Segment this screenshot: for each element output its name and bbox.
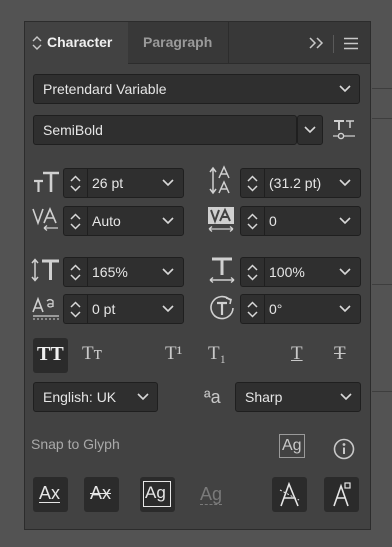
kerning-icon xyxy=(32,206,58,231)
chevron-down-icon[interactable] xyxy=(162,217,174,225)
tracking-icon xyxy=(208,207,234,232)
panel-tab-bar: Character Paragraph xyxy=(25,22,370,64)
updown-icon xyxy=(32,36,42,50)
font-style-value: SemiBold xyxy=(43,122,103,138)
tracking-spinner[interactable]: 0 xyxy=(240,206,361,236)
chevron-down-icon xyxy=(304,126,316,134)
underline-button[interactable]: T xyxy=(291,343,303,365)
variable-font-settings-icon[interactable] xyxy=(332,118,356,142)
chevron-down-icon[interactable] xyxy=(162,179,174,187)
background-panel xyxy=(372,0,392,547)
horizontal-scale-spinner[interactable]: 100% xyxy=(240,257,361,287)
font-size-stepper[interactable] xyxy=(63,168,87,198)
rotation-stepper[interactable] xyxy=(240,294,264,324)
font-style-field[interactable]: SemiBold xyxy=(33,115,297,145)
tab-paragraph[interactable]: Paragraph xyxy=(129,22,229,64)
antialiasing-value: Sharp xyxy=(245,389,283,405)
all-caps-glyph: TT xyxy=(37,343,64,365)
chevron-down-icon[interactable] xyxy=(162,268,174,276)
font-family-dropdown[interactable]: Pretendard Variable xyxy=(33,74,360,104)
snap-anchor-point-button[interactable] xyxy=(324,477,359,512)
baseline-shift-icon xyxy=(32,296,59,320)
snap-glyph-bounds-glyph: Ag xyxy=(143,481,171,507)
snap-glyph-bounds-button[interactable]: Ag xyxy=(140,477,175,512)
snap-proximity-guides-button[interactable]: Ag xyxy=(200,484,223,505)
kerning-stepper[interactable] xyxy=(63,206,87,236)
stepper-arrows-icon[interactable] xyxy=(246,212,259,231)
anchor-point-icon xyxy=(333,482,351,507)
baseline-shift-stepper[interactable] xyxy=(63,294,87,324)
snap-baseline-button[interactable]: Ax xyxy=(33,477,68,512)
font-size-value[interactable]: 26 pt xyxy=(92,169,123,197)
chevron-down-icon[interactable] xyxy=(339,305,351,313)
stepper-arrows-icon[interactable] xyxy=(69,300,82,319)
tab-paragraph-label: Paragraph xyxy=(143,34,213,50)
stepper-arrows-icon[interactable] xyxy=(69,174,82,193)
character-panel: Character Paragraph Pretendard Variable … xyxy=(24,21,371,530)
font-style-dropdown-button[interactable] xyxy=(297,115,323,145)
vertical-scale-icon xyxy=(31,258,59,282)
chevron-down-icon[interactable] xyxy=(339,179,351,187)
tracking-stepper[interactable] xyxy=(240,206,264,236)
stepper-arrows-icon[interactable] xyxy=(246,174,259,193)
tab-character[interactable]: Character xyxy=(25,22,128,64)
tracking-value[interactable]: 0 xyxy=(269,207,277,235)
kerning-spinner[interactable]: Auto xyxy=(63,206,184,236)
background-divider xyxy=(372,284,392,285)
angular-guides-icon xyxy=(279,482,300,507)
vertical-scale-spinner[interactable]: 165% xyxy=(63,257,184,287)
kerning-value[interactable]: Auto xyxy=(92,207,121,235)
chevron-down-icon xyxy=(137,393,149,401)
snap-to-glyph-title: Snap to Glyph xyxy=(31,436,120,452)
chevron-down-icon xyxy=(339,85,351,93)
horizontal-scale-value[interactable]: 100% xyxy=(269,258,305,286)
font-family-value: Pretendard Variable xyxy=(43,81,167,97)
glyph-bounds-icon[interactable]: Ag xyxy=(279,434,305,458)
chevron-down-icon[interactable] xyxy=(339,217,351,225)
leading-stepper[interactable] xyxy=(240,168,264,198)
horizontal-scale-icon xyxy=(209,257,235,284)
panel-menu-icon[interactable] xyxy=(343,37,359,50)
chevron-down-icon[interactable] xyxy=(339,268,351,276)
character-rotation-icon xyxy=(210,295,234,320)
snap-x-height-glyph: Ax xyxy=(90,483,112,503)
stepper-arrows-icon[interactable] xyxy=(69,212,82,231)
rotation-spinner[interactable]: 0° xyxy=(240,294,361,324)
vertical-scale-value[interactable]: 165% xyxy=(92,258,128,286)
language-dropdown[interactable]: English: UK xyxy=(33,382,158,412)
rotation-value[interactable]: 0° xyxy=(269,295,282,323)
stepper-arrows-icon[interactable] xyxy=(246,263,259,282)
background-divider xyxy=(372,118,392,119)
all-caps-button[interactable]: TT xyxy=(33,338,68,373)
tab-character-label: Character xyxy=(47,34,113,50)
language-value: English: UK xyxy=(43,389,117,405)
stepper-arrows-icon[interactable] xyxy=(69,263,82,282)
baseline-shift-value[interactable]: 0 pt xyxy=(92,295,115,323)
antialiasing-icon: ªa xyxy=(204,387,221,407)
superscript-button[interactable]: T¹ xyxy=(165,343,182,365)
leading-spinner[interactable]: (31.2 pt) xyxy=(240,168,361,198)
tab-separator xyxy=(333,35,334,53)
snap-x-height-button[interactable]: Ax xyxy=(84,477,119,512)
font-size-spinner[interactable]: 26 pt xyxy=(63,168,184,198)
leading-value[interactable]: (31.2 pt) xyxy=(269,169,321,197)
subscript-button[interactable]: T₁ xyxy=(208,343,226,365)
strikethrough-button[interactable]: T xyxy=(334,343,346,365)
snap-angular-guides-button[interactable] xyxy=(272,477,307,512)
stepper-arrows-icon[interactable] xyxy=(246,300,259,319)
leading-icon xyxy=(209,165,230,195)
background-divider xyxy=(372,88,392,89)
snap-baseline-glyph: Ax xyxy=(39,483,61,503)
background-divider xyxy=(372,391,392,392)
chevron-down-icon xyxy=(340,393,352,401)
collapse-panel-icon[interactable] xyxy=(308,36,324,50)
vertical-scale-stepper[interactable] xyxy=(63,257,87,287)
baseline-shift-spinner[interactable]: 0 pt xyxy=(63,294,184,324)
info-icon[interactable] xyxy=(333,438,355,460)
antialiasing-dropdown[interactable]: Sharp xyxy=(235,382,361,412)
horizontal-scale-stepper[interactable] xyxy=(240,257,264,287)
font-size-icon xyxy=(34,171,59,192)
small-caps-button[interactable]: Tт xyxy=(82,343,102,365)
chevron-down-icon[interactable] xyxy=(162,305,174,313)
